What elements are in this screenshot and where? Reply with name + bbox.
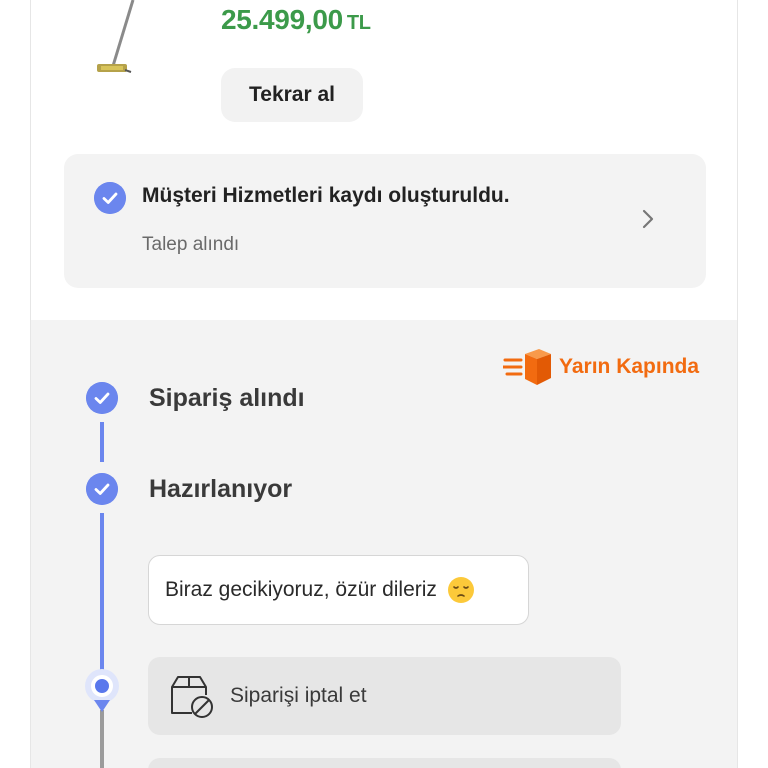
price-value: 25.499,00 bbox=[221, 4, 343, 35]
delay-message: Biraz gecikiyoruz, özür dileriz bbox=[148, 555, 529, 625]
order-timeline: Yarın Kapında Sipariş alındı Hazırlanıyo… bbox=[31, 320, 737, 768]
chevron-right-icon bbox=[642, 209, 654, 229]
customer-service-title: Müşteri Hizmetleri kaydı oluşturuldu. bbox=[142, 184, 510, 207]
fast-delivery-box-icon bbox=[503, 349, 551, 385]
timeline-connector-pending bbox=[100, 710, 104, 768]
box-cancel-icon bbox=[171, 676, 213, 718]
cancel-order-label: Siparişi iptal et bbox=[230, 684, 367, 707]
step-check-icon bbox=[86, 473, 118, 505]
step-preparing: Hazırlanıyor bbox=[149, 475, 293, 503]
rebuy-button[interactable]: Tekrar al bbox=[221, 68, 363, 122]
timeline-pointer-icon bbox=[94, 700, 110, 712]
product-price: 25.499,00 TL bbox=[221, 4, 371, 36]
step-check-icon bbox=[86, 382, 118, 414]
order-detail-page: 25.499,00 TL Tekrar al Müşteri Hizmetleri… bbox=[30, 0, 738, 768]
timeline-current-indicator bbox=[85, 669, 119, 703]
customer-service-card[interactable]: Müşteri Hizmetleri kaydı oluşturuldu. Ta… bbox=[64, 154, 706, 288]
timeline-connector bbox=[100, 513, 104, 673]
price-currency: TL bbox=[346, 12, 371, 34]
cancel-order-button[interactable]: Siparişi iptal et bbox=[148, 657, 621, 735]
timeline-connector bbox=[100, 422, 104, 462]
pensive-face-icon bbox=[447, 577, 474, 603]
next-action-button[interactable] bbox=[148, 758, 621, 768]
delay-message-text: Biraz gecikiyoruz, özür dileriz bbox=[165, 578, 437, 601]
check-circle-icon bbox=[94, 182, 126, 214]
delivery-badge-label: Yarın Kapında bbox=[559, 355, 700, 378]
step-order-received: Sipariş alındı bbox=[149, 384, 305, 412]
product-image bbox=[97, 0, 135, 73]
delivery-badge: Yarın Kapında bbox=[503, 348, 699, 386]
customer-service-subtitle: Talep alındı bbox=[142, 234, 240, 255]
